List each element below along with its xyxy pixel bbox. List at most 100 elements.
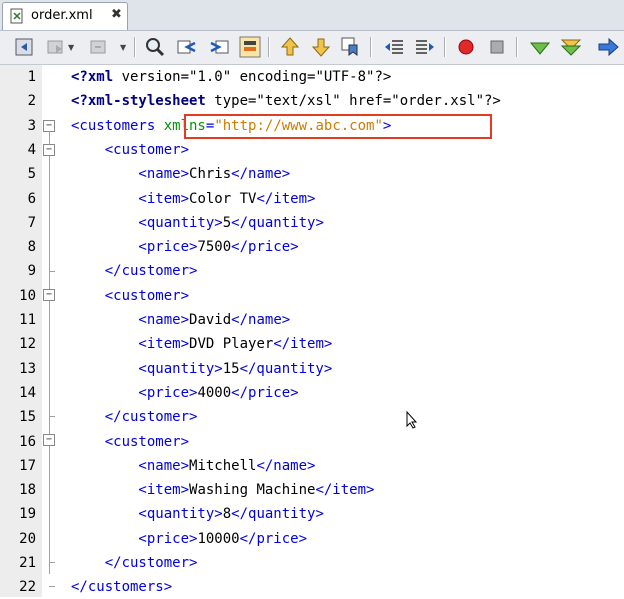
code-line[interactable]: 13 <quantity>15</quantity>: [0, 357, 624, 381]
code-line[interactable]: 11 <name>David</name>: [0, 308, 624, 332]
code-token: <name>: [71, 166, 190, 183]
toolbar-separator: [444, 37, 446, 57]
line-number: 7: [27, 214, 36, 231]
code-token: <customer>: [71, 141, 190, 158]
code-line[interactable]: 21 </customer>: [0, 551, 624, 575]
line-number: 4: [27, 141, 36, 158]
history-disabled-icon[interactable]: [86, 35, 110, 59]
code-token: </quantity>: [231, 506, 324, 523]
code-line[interactable]: 15 </customer>: [0, 405, 624, 429]
xsl-transform-icon[interactable]: [596, 35, 620, 59]
code-text: <quantity>15</quantity>: [71, 357, 332, 381]
back-icon[interactable]: [12, 35, 36, 59]
line-number: 20: [19, 530, 36, 547]
code-token: <name>: [71, 312, 190, 328]
code-line[interactable]: 6 <item>Color TV</item>: [0, 187, 624, 211]
record-macro-icon[interactable]: [454, 35, 478, 59]
fold-end: [49, 586, 55, 587]
find-icon[interactable]: [143, 35, 167, 59]
code-token: 8: [222, 506, 232, 523]
close-icon[interactable]: ✖: [111, 7, 122, 22]
editor-toolbar: ▼ ▼: [0, 31, 624, 65]
code-token: Mitchell: [189, 457, 257, 474]
code-token: </name>: [231, 166, 291, 183]
toggle-bookmark-icon[interactable]: [339, 35, 363, 59]
code-text: </customer>: [71, 551, 198, 575]
code-text: <name>David</name>: [71, 308, 290, 332]
code-token: <customer>: [71, 287, 190, 304]
code-text: <name>Mitchell</name>: [71, 454, 315, 478]
code-line[interactable]: 18 <item>Washing Machine</item>: [0, 478, 624, 502]
code-editor[interactable]: 1 <?xml version="1.0" encoding="UTF-8"?> 2…: [0, 65, 624, 597]
code-token: </customer>: [71, 555, 198, 571]
find-previous-icon[interactable]: [175, 35, 199, 59]
toolbar-separator: [516, 37, 518, 57]
chevron-down-icon[interactable]: ▼: [120, 43, 126, 52]
code-token: <customer>: [71, 433, 190, 450]
fold-toggle-icon[interactable]: −: [43, 289, 55, 301]
chevron-down-icon[interactable]: ▼: [68, 43, 74, 52]
forward-disabled-icon[interactable]: [44, 35, 68, 59]
line-number: 13: [19, 360, 36, 377]
code-token: </customer>: [71, 409, 198, 426]
code-token: </customer>: [71, 263, 198, 280]
code-token: Color TV: [189, 190, 257, 207]
code-line[interactable]: 2 <?xml-stylesheet type="text/xsl" href="…: [0, 89, 624, 113]
toggle-highlight-icon[interactable]: [238, 35, 262, 59]
code-text: <?xml version="1.0" encoding="UTF-8"?>: [71, 65, 391, 89]
code-text: <price>7500</price>: [71, 235, 298, 259]
code-line[interactable]: 7 <quantity>5</quantity>: [0, 211, 624, 235]
code-token: 7500: [197, 239, 232, 256]
fold-toggle-icon[interactable]: −: [43, 434, 55, 446]
code-text: <quantity>8</quantity>: [71, 502, 324, 526]
line-number: 21: [19, 555, 36, 571]
code-token: <price>: [71, 530, 198, 547]
line-number: 16: [19, 433, 36, 450]
code-line[interactable]: 4 <customer>: [0, 138, 624, 162]
code-token: <quantity>: [71, 506, 223, 523]
next-bookmark-icon[interactable]: [309, 35, 333, 59]
code-token: <price>: [71, 239, 198, 256]
code-line[interactable]: 14 <price>4000</price>: [0, 381, 624, 405]
code-token: Washing Machine: [189, 482, 316, 499]
code-token: </item>: [256, 190, 316, 207]
code-text: <customer>: [71, 430, 189, 454]
code-text: <?xml-stylesheet type="text/xsl" href="o…: [71, 89, 501, 113]
code-line[interactable]: 19 <quantity>8</quantity>: [0, 502, 624, 526]
code-token: Chris: [189, 166, 232, 183]
code-text: <price>10000</price>: [71, 527, 307, 551]
line-number: 15: [19, 409, 36, 426]
code-line[interactable]: 1 <?xml version="1.0" encoding="UTF-8"?>: [0, 65, 624, 89]
code-token: <price>: [71, 384, 198, 401]
code-token: <?xml: [71, 69, 114, 85]
validate-xml-icon[interactable]: [559, 35, 583, 59]
tab-order-xml[interactable]: order.xml ✖: [2, 2, 128, 30]
shift-right-icon[interactable]: [413, 35, 437, 59]
code-line[interactable]: 22 </customers>: [0, 575, 624, 599]
previous-bookmark-icon[interactable]: [278, 35, 302, 59]
code-token: </quantity>: [239, 360, 333, 377]
code-token: <name>: [71, 457, 190, 474]
code-text: <item>Washing Machine</item>: [71, 478, 374, 502]
code-token: </price>: [239, 530, 308, 547]
code-token: </name>: [231, 312, 291, 328]
code-line[interactable]: 10 <customer>: [0, 284, 624, 308]
code-line[interactable]: 5 <name>Chris</name>: [0, 162, 624, 186]
shift-left-icon[interactable]: [382, 35, 406, 59]
code-line[interactable]: 20 <price>10000</price>: [0, 527, 624, 551]
code-line[interactable]: 17 <name>Mitchell</name>: [0, 454, 624, 478]
code-text: <customer>: [71, 284, 189, 308]
check-xml-icon[interactable]: [528, 35, 552, 59]
code-line[interactable]: 12 <item>DVD Player</item>: [0, 332, 624, 356]
stop-macro-icon[interactable]: [485, 35, 509, 59]
code-line[interactable]: 16 <customer>: [0, 430, 624, 454]
code-line[interactable]: 8 <price>7500</price>: [0, 235, 624, 259]
code-text: <customer>: [71, 138, 189, 162]
code-token: <customers: [71, 117, 164, 134]
code-line[interactable]: 9 </customer>: [0, 259, 624, 283]
code-token: </item>: [273, 336, 333, 353]
fold-toggle-icon[interactable]: −: [43, 144, 55, 156]
namespace-highlight-box: [184, 114, 492, 139]
toolbar-separator: [268, 37, 270, 57]
find-next-icon[interactable]: [207, 35, 231, 59]
